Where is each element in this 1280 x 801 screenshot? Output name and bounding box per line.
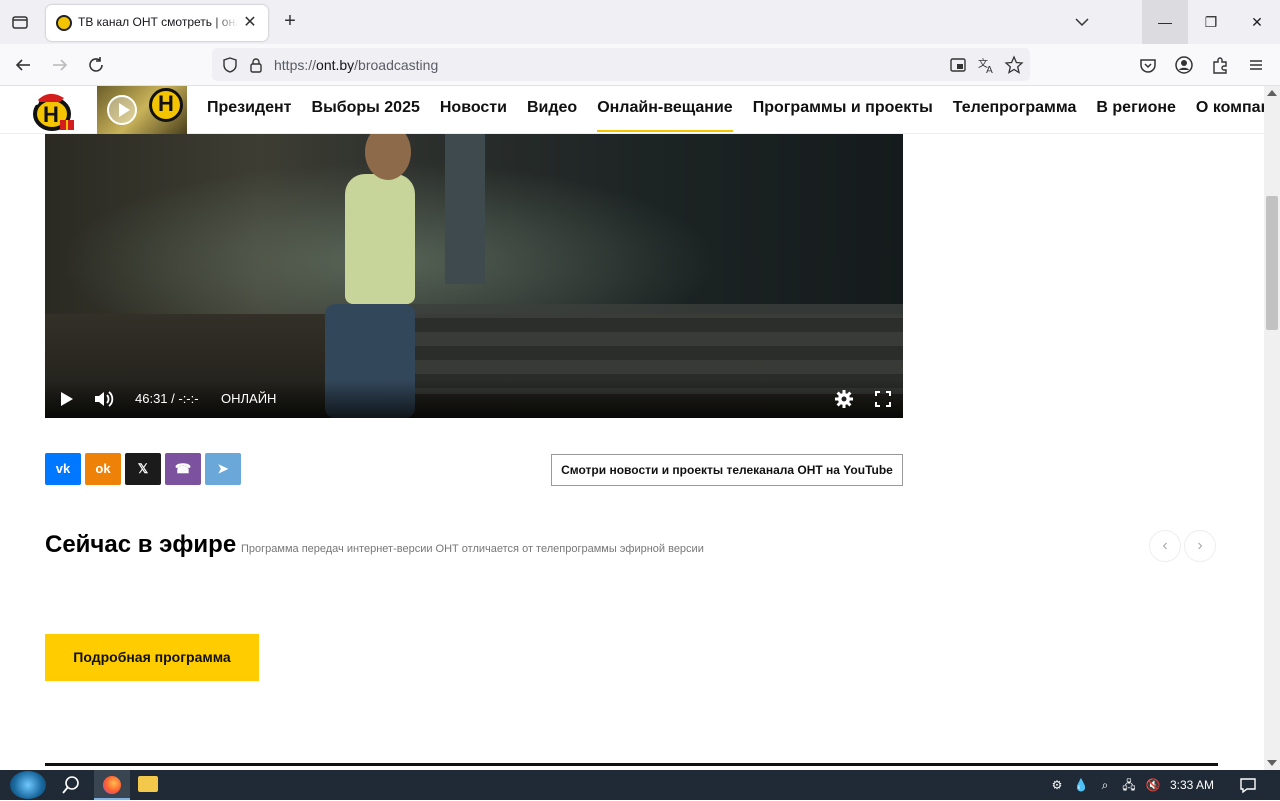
share-telegram-button[interactable]: ➤: [205, 453, 241, 485]
settings-gear-icon[interactable]: [833, 388, 855, 410]
window-minimize-button[interactable]: —: [1142, 0, 1188, 44]
window-maximize-button[interactable]: ❐: [1188, 0, 1234, 44]
nav-item-region[interactable]: В регионе: [1096, 86, 1176, 134]
taskbar-firefox[interactable]: [94, 770, 130, 800]
browser-nav-bar: https://ont.by/broadcasting 文A: [0, 44, 1280, 86]
account-icon[interactable]: [1173, 54, 1195, 76]
lock-icon[interactable]: [246, 55, 266, 75]
carousel-next-button[interactable]: ›: [1184, 530, 1216, 562]
video-controls: 46:31 / -:-:- ОНЛАЙН: [45, 380, 903, 418]
browser-tab-strip: ТВ канал ОНТ смотреть | онлайн ✕ + — ❐ ✕: [0, 0, 1280, 44]
live-label: ОНЛАЙН: [221, 391, 277, 406]
share-x-button[interactable]: 𝕏: [125, 453, 161, 485]
tab-close-icon[interactable]: ✕: [240, 13, 260, 33]
tray-network-icon[interactable]: ⚙: [1048, 776, 1066, 794]
search-icon[interactable]: [60, 774, 82, 796]
fullscreen-icon[interactable]: [872, 388, 894, 410]
detailed-program-button[interactable]: Подробная программа: [45, 634, 259, 681]
share-viber-button[interactable]: ☎: [165, 453, 201, 485]
nav-item-video[interactable]: Видео: [527, 86, 577, 134]
scroll-up-icon[interactable]: [1267, 90, 1277, 96]
scroll-down-icon[interactable]: [1267, 760, 1277, 766]
youtube-link-button[interactable]: Смотри новости и проекты телеканала ОНТ …: [551, 454, 903, 486]
ont-mini-logo: Н: [149, 88, 183, 122]
ont-favicon-icon: [56, 15, 72, 31]
nav-item-elections[interactable]: Выборы 2025: [312, 86, 420, 134]
ont-logo[interactable]: Н: [30, 90, 80, 132]
translate-icon[interactable]: 文A: [976, 55, 996, 76]
play-icon[interactable]: [55, 388, 77, 410]
url-host: ont.by: [316, 57, 355, 73]
video-frame-pillar: [445, 134, 485, 284]
tab-title: ТВ канал ОНТ смотреть | онлайн: [78, 15, 238, 29]
back-arrow-icon[interactable]: [10, 52, 36, 78]
tray-mute-icon[interactable]: 🔇: [1144, 776, 1162, 794]
video-frame-figure-body: [345, 174, 415, 304]
file-explorer-icon[interactable]: [138, 776, 158, 792]
pocket-icon[interactable]: [1137, 54, 1159, 76]
browser-tab-active[interactable]: ТВ канал ОНТ смотреть | онлайн ✕: [46, 5, 268, 41]
url-text: https://ont.by/broadcasting: [274, 57, 438, 73]
share-vk-button[interactable]: vk: [45, 453, 81, 485]
video-frame-figure-head: [365, 134, 411, 180]
hamburger-menu-icon[interactable]: [1245, 54, 1267, 76]
tray-drop-icon[interactable]: 💧: [1072, 776, 1090, 794]
scrollbar-thumb[interactable]: [1266, 196, 1278, 330]
forward-arrow-icon[interactable]: [47, 52, 73, 78]
window-close-button[interactable]: ✕: [1234, 0, 1280, 44]
start-button[interactable]: [10, 771, 46, 799]
firefox-icon: [103, 776, 121, 794]
nav-item-programs[interactable]: Программы и проекты: [753, 86, 933, 134]
nav-item-news[interactable]: Новости: [440, 86, 507, 134]
on-air-heading: Сейчас в эфире: [45, 531, 237, 558]
url-path: /broadcasting: [354, 57, 439, 73]
extensions-icon[interactable]: [1209, 54, 1231, 76]
nav-item-broadcasting[interactable]: Онлайн-вещание: [597, 86, 733, 132]
os-taskbar: ⚙ 💧 ⌕ 🖧 🔇 3:33 AM: [0, 770, 1280, 800]
taskbar-clock[interactable]: 3:33 AM: [1170, 778, 1214, 792]
play-icon: [107, 95, 137, 125]
share-ok-button[interactable]: ok: [85, 453, 121, 485]
shield-icon[interactable]: [220, 55, 240, 75]
tray-search-icon[interactable]: ⌕: [1096, 776, 1114, 794]
video-player[interactable]: 46:31 / -:-:- ОНЛАЙН: [45, 134, 903, 418]
site-header: Н Н Президент Выборы 2025 Новости Видео …: [0, 86, 1280, 134]
nav-item-president[interactable]: Президент: [207, 86, 292, 134]
tab-list-icon[interactable]: [8, 10, 32, 34]
new-tab-button[interactable]: +: [278, 10, 302, 34]
on-air-note: Программа передач интернет-версии ОНТ от…: [241, 543, 704, 555]
chevron-down-icon[interactable]: [1070, 10, 1094, 34]
logo-letter: Н: [43, 102, 59, 127]
live-stream-thumbnail[interactable]: Н: [97, 86, 187, 134]
reload-icon[interactable]: [83, 52, 109, 78]
page-scrollbar[interactable]: [1264, 86, 1280, 770]
bookmark-star-icon[interactable]: [1004, 55, 1024, 75]
main-navigation: Президент Выборы 2025 Новости Видео Онла…: [207, 86, 1280, 134]
video-time: 46:31 / -:-:-: [135, 391, 199, 406]
svg-text:A: A: [986, 65, 993, 75]
notification-icon[interactable]: [1238, 775, 1258, 795]
url-scheme: https://: [274, 57, 317, 73]
nav-item-tv-guide[interactable]: Телепрограмма: [953, 86, 1077, 134]
tray-connection-icon[interactable]: 🖧: [1120, 776, 1138, 794]
address-bar[interactable]: https://ont.by/broadcasting 文A: [212, 48, 1030, 81]
section-divider: [45, 763, 1218, 766]
picture-in-picture-icon[interactable]: [948, 55, 968, 75]
volume-icon[interactable]: [92, 388, 114, 410]
carousel-prev-button[interactable]: ‹: [1149, 530, 1181, 562]
